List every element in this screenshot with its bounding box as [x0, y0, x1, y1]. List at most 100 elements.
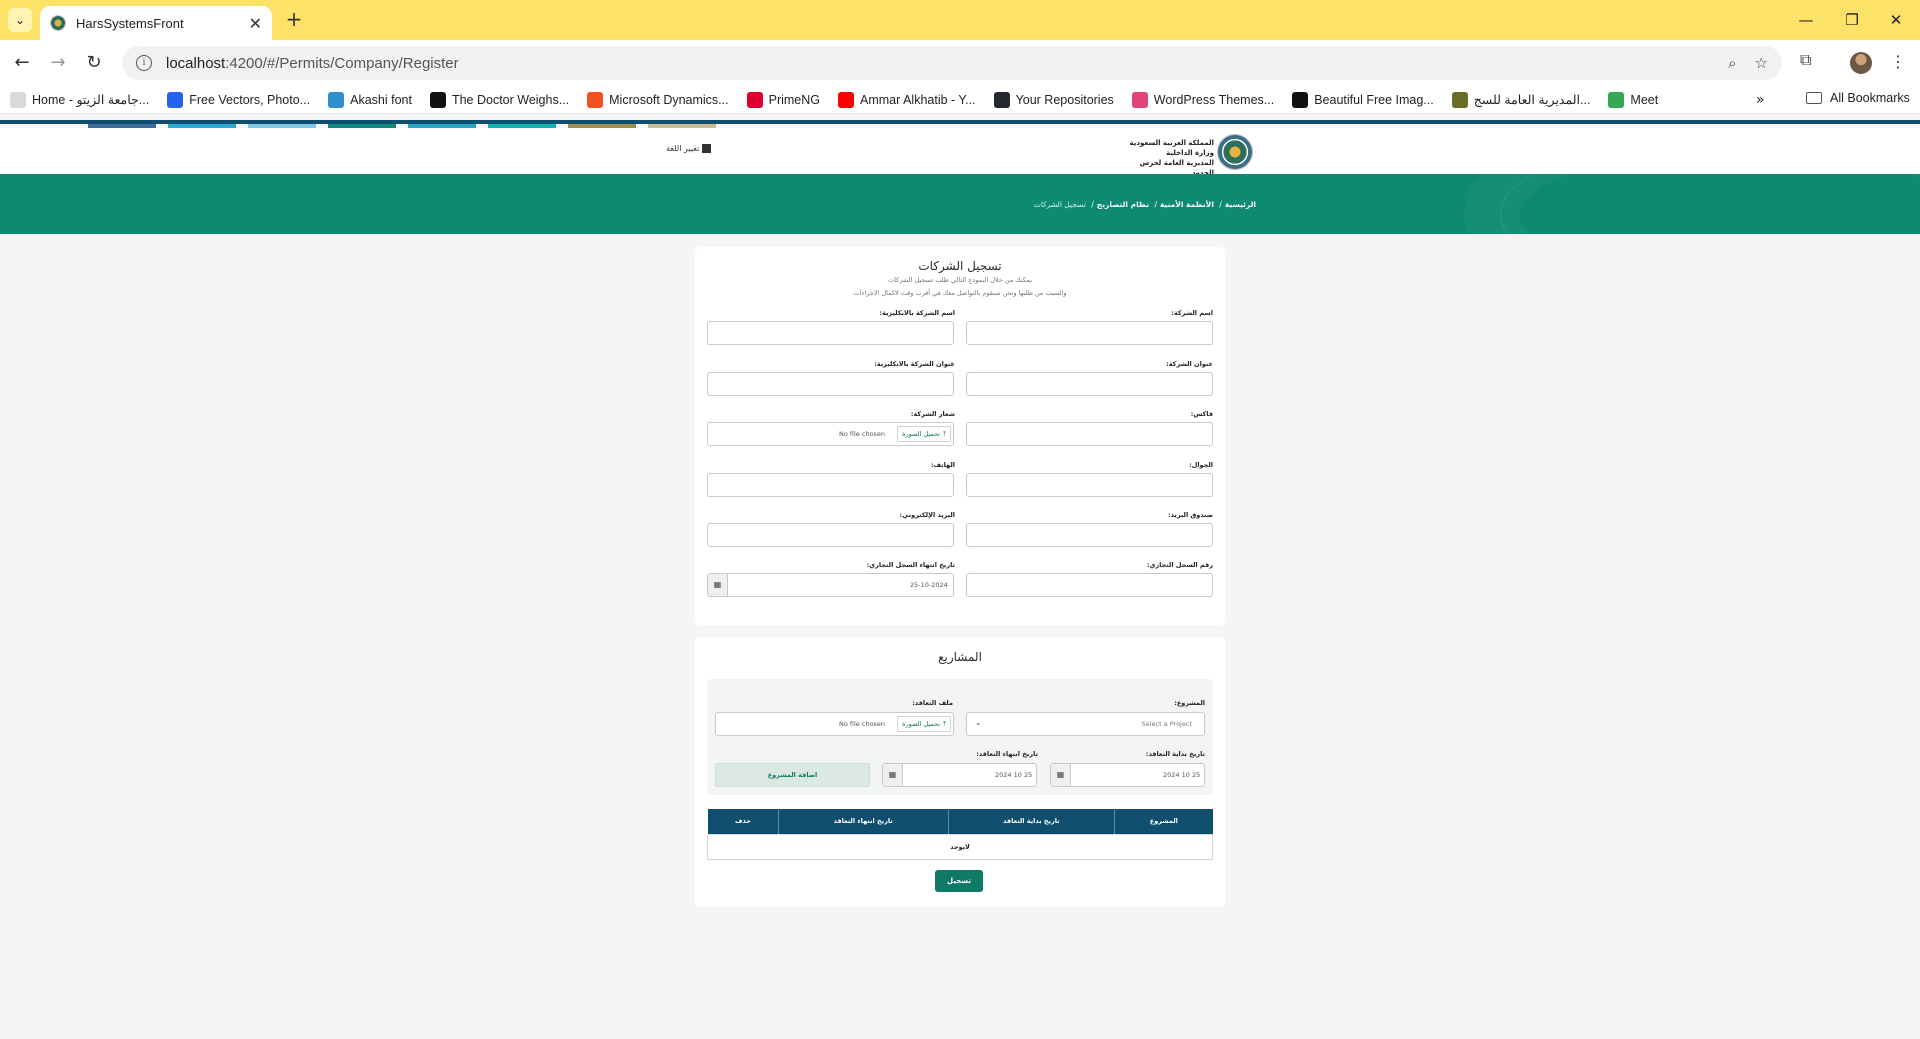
bookmark-item[interactable]: Akashi font — [328, 91, 412, 108]
restore-icon[interactable]: ❐ — [1836, 6, 1868, 34]
mobile-input[interactable] — [966, 473, 1213, 497]
calendar-icon[interactable]: ▦ — [883, 764, 903, 786]
upload-icon: ⤒ — [943, 720, 946, 728]
calendar-icon[interactable]: ▦ — [708, 574, 728, 596]
projects-table: المشروع تاريخ بداية التعاقد تاريخ انتهاء… — [707, 809, 1213, 860]
new-tab-plus-icon[interactable]: + — [282, 8, 306, 32]
border-guard-logo — [1217, 134, 1253, 170]
close-tab-icon[interactable]: ✕ — [249, 14, 262, 33]
site-info-icon[interactable]: i — [136, 55, 152, 71]
bookmark-favicon-icon — [838, 91, 855, 108]
bookmark-favicon-icon — [1451, 91, 1468, 108]
site-favicon-icon — [50, 15, 66, 31]
url-text[interactable]: localhost:4200/#/Permits/Company/Registe… — [166, 55, 1710, 72]
email-label: البريد الإلكتروني: — [899, 511, 955, 519]
tab-search-chevron-icon[interactable]: ⌄ — [8, 8, 32, 32]
bookmark-favicon-icon — [429, 91, 446, 108]
bookmark-item[interactable]: Beautiful Free Imag... — [1292, 91, 1434, 108]
fax-input[interactable] — [966, 422, 1213, 446]
cr-expiry-value: 25-10-2024 — [910, 581, 948, 589]
company-logo-file-input[interactable]: ⤒تحميل الصورة No file chosen — [707, 422, 954, 446]
breadcrumb: الرئيسية/ الأنظمة الأمنية/ نظام التصاريح… — [1033, 200, 1256, 209]
contract-start-date-input[interactable]: ▦ 25 10 2024 — [1050, 763, 1205, 787]
col-delete: حذف — [707, 809, 779, 834]
calendar-icon[interactable]: ▦ — [1051, 764, 1071, 786]
phone-input[interactable] — [707, 473, 954, 497]
company-address-input[interactable] — [966, 372, 1213, 396]
browser-toolbar: ← → ↻ i localhost:4200/#/Permits/Company… — [0, 40, 1920, 86]
po-box-label: صندوق البريد: — [1168, 511, 1213, 519]
all-bookmarks-button[interactable]: All Bookmarks — [1806, 91, 1910, 105]
bookmark-item[interactable]: The Doctor Weighs... — [429, 91, 569, 108]
contract-end-value: 25 10 2024 — [995, 771, 1033, 779]
breadcrumb-security-systems[interactable]: الأنظمة الأمنية — [1160, 200, 1214, 209]
project-entry-panel: المشروع: Select a Project ⌄ ملف التعاقد:… — [707, 679, 1213, 795]
cr-number-input[interactable] — [966, 573, 1213, 597]
bookmark-favicon-icon — [587, 91, 604, 108]
back-arrow-icon[interactable]: ← — [8, 49, 36, 77]
bookmark-item[interactable]: Ammar Alkhatib - Y... — [838, 91, 976, 108]
company-name-input[interactable] — [966, 321, 1213, 345]
zoom-icon[interactable]: ⌕ — [1728, 54, 1736, 72]
bookmark-item[interactable]: Home - جامعة الزيتو... — [10, 91, 149, 108]
project-label: المشروع: — [1174, 699, 1205, 707]
translate-icon — [702, 144, 712, 153]
minimize-icon[interactable]: — — [1790, 6, 1822, 34]
no-file-text: No file chosen — [839, 720, 886, 728]
table-row: لايوجد — [707, 833, 1213, 860]
po-box-input[interactable] — [966, 523, 1213, 547]
bookmark-item[interactable]: Meet — [1608, 91, 1658, 108]
breadcrumb-permits-system[interactable]: نظام التصاريح — [1097, 200, 1149, 209]
bookmark-item[interactable]: PrimeNG — [746, 91, 820, 108]
company-register-card: تسجيل الشركات يمكنك من خلال النموذج التا… — [695, 247, 1225, 625]
breadcrumb-current: تسجيل الشركات — [1033, 200, 1086, 209]
cr-expiry-date-input[interactable]: ▦ 25-10-2024 — [707, 573, 954, 597]
fax-label: فاكس: — [1190, 410, 1213, 418]
company-name-en-input[interactable] — [707, 321, 954, 345]
menu-kebab-icon[interactable]: ⋮ — [1890, 52, 1906, 71]
breadcrumb-home[interactable]: الرئيسية — [1225, 200, 1256, 209]
close-window-icon[interactable]: ✕ — [1880, 6, 1912, 34]
bookmark-favicon-icon — [1292, 91, 1309, 108]
contract-end-date-input[interactable]: ▦ 25 10 2024 — [882, 763, 1037, 787]
bookmark-item[interactable]: WordPress Themes... — [1131, 91, 1274, 108]
email-input[interactable] — [707, 523, 954, 547]
col-contract-end: تاريخ انتهاء التعاقد — [777, 809, 949, 834]
company-name-label: اسم الشركة: — [1171, 309, 1213, 317]
contract-file-label: ملف التعاقد: — [912, 699, 953, 707]
extensions-puzzle-icon[interactable]: ⧉ — [1800, 50, 1811, 70]
contract-file-input[interactable]: ⤒تحميل الصورة No file chosen — [715, 712, 954, 736]
language-switch[interactable]: تغيير اللغة — [666, 144, 712, 153]
add-project-button[interactable]: اضافة المشروع — [715, 763, 870, 787]
organization-name: المملكة العربية السعودية وزارة الداخلية … — [1129, 139, 1214, 177]
company-name-en-label: اسم الشركة بالانكليزية: — [879, 309, 955, 317]
company-address-en-input[interactable] — [707, 372, 954, 396]
bookmark-favicon-icon — [1608, 91, 1625, 108]
banner-decoration — [1500, 174, 1920, 234]
bookmark-star-icon[interactable]: ☆ — [1755, 54, 1768, 72]
phone-label: الهاتف: — [930, 461, 955, 469]
contract-end-label: تاريخ انتهاء التعاقد: — [976, 750, 1038, 758]
form-subtitle-2: والسبب من طلبها ونحن سنقوم بالتواصل معك … — [853, 289, 1067, 297]
project-select[interactable]: Select a Project ⌄ — [966, 712, 1205, 736]
forward-arrow-icon[interactable]: → — [44, 49, 72, 77]
profile-avatar[interactable] — [1850, 52, 1872, 74]
contract-start-value: 25 10 2024 — [1163, 771, 1201, 779]
empty-message: لايوجد — [707, 833, 1213, 860]
bookmark-item[interactable]: Your Repositories — [993, 91, 1114, 108]
reload-icon[interactable]: ↻ — [80, 49, 108, 77]
bookmark-item[interactable]: Microsoft Dynamics... — [587, 91, 729, 108]
bookmark-item[interactable]: Free Vectors, Photo... — [167, 91, 310, 108]
form-title: تسجيل الشركات — [918, 259, 1002, 273]
upload-image-button[interactable]: ⤒تحميل الصورة — [897, 426, 951, 442]
register-submit-button[interactable]: تسجيل — [935, 870, 983, 892]
cr-number-label: رقم السجل التجاري: — [1146, 561, 1213, 569]
bookmark-item[interactable]: المديرية العامة للسج... — [1451, 91, 1590, 108]
upload-contract-button[interactable]: ⤒تحميل الصورة — [897, 716, 951, 732]
folder-icon — [1806, 92, 1822, 104]
browser-tabbar: ⌄ HarsSystemsFront ✕ + — ❐ ✕ — [0, 0, 1920, 40]
col-project: المشروع — [1114, 809, 1213, 834]
browser-tab[interactable]: HarsSystemsFront ✕ — [40, 6, 272, 40]
address-bar[interactable]: i localhost:4200/#/Permits/Company/Regis… — [122, 46, 1782, 80]
more-bookmarks-chevron-icon[interactable]: » — [1756, 92, 1765, 108]
